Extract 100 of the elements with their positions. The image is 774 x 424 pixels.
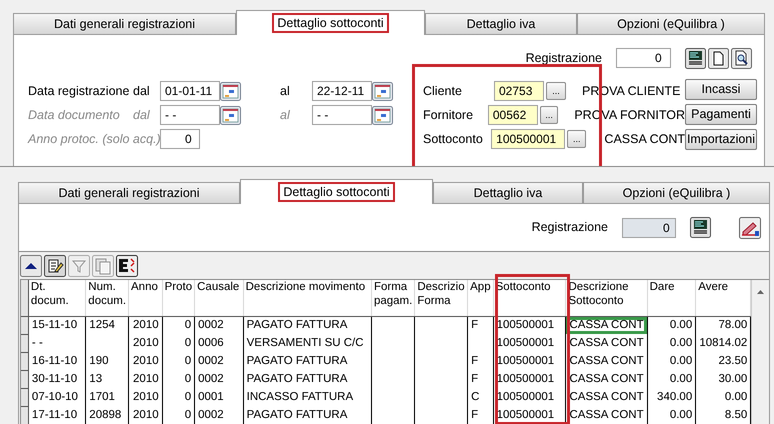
to-label: al — [280, 106, 291, 124]
table-cell: 0.00 — [647, 406, 696, 424]
column-header[interactable]: Causale — [194, 280, 244, 316]
tab[interactable]: Dettaglio iva — [433, 182, 583, 204]
table-cell: CASSA CONT — [566, 352, 648, 370]
table-cell: INCASSO FATTURA — [243, 388, 372, 406]
table-cell: 2010 — [128, 406, 162, 424]
to-label: al — [280, 82, 291, 100]
field-label: Anno protoc. (solo acq.) — [28, 130, 160, 148]
action-button[interactable]: Pagamenti — [685, 104, 757, 125]
column-header[interactable]: Num. docum. — [86, 280, 129, 316]
table-cell: 13 — [86, 370, 129, 388]
field-label: Data registrazione — [28, 82, 130, 100]
table-cell: 0.00 — [647, 370, 696, 388]
column-header[interactable]: Sottoconto — [493, 280, 566, 316]
table-cell: F — [468, 406, 494, 424]
column-header[interactable]: Dare — [647, 280, 696, 316]
registration-label: Registrazione — [532, 219, 608, 236]
table-cell: 1254 — [86, 316, 129, 334]
new-page-icon[interactable] — [708, 48, 729, 68]
account-label: Sottoconto — [423, 130, 484, 148]
row-header[interactable] — [21, 370, 28, 388]
from-label: dal — [133, 106, 151, 124]
account-label: Cliente — [423, 82, 463, 100]
table-cell: PAGATO FATTURA — [243, 316, 372, 334]
table-cell: CASSA CONT — [566, 388, 648, 406]
table-cell: CASSA CONT — [566, 370, 648, 388]
tab[interactable]: Dettaglio iva — [425, 13, 577, 35]
column-header[interactable]: Descrizione movimento — [243, 280, 372, 316]
table-cell: 20898 — [86, 406, 129, 424]
code-field[interactable]: 00562 — [488, 105, 538, 125]
table-cell: 0001 — [194, 388, 244, 406]
column-header[interactable]: Anno — [128, 280, 162, 316]
row-header[interactable] — [21, 406, 28, 424]
monitor-icon[interactable] — [690, 217, 711, 238]
row-header[interactable] — [21, 352, 28, 370]
scroll-up-icon[interactable] — [757, 290, 764, 294]
table-cell: 2010 — [128, 370, 162, 388]
table-cell: 16-11-10 — [28, 352, 86, 370]
table-cell: 0 — [162, 316, 195, 334]
table-cell: 0.00 — [647, 352, 696, 370]
action-button[interactable]: Incassi — [685, 79, 757, 100]
date-field[interactable]: 01-01-11 — [160, 81, 220, 101]
code-field[interactable]: 100500001 — [491, 129, 566, 149]
table-cell: 15-11-10 — [28, 316, 86, 334]
tab[interactable]: Opzioni (eQuilibra ) — [577, 13, 765, 35]
table-cell: 0 — [162, 406, 195, 424]
browse-button[interactable]: ... — [546, 82, 566, 100]
code-field[interactable]: 02753 — [494, 81, 544, 101]
table-cell: 07-10-10 — [28, 388, 86, 406]
table-cell: 2010 — [128, 334, 162, 352]
monitor-icon[interactable] — [685, 48, 706, 68]
tab[interactable]: Dettaglio sottoconti — [240, 179, 433, 204]
calendar-icon[interactable] — [372, 82, 393, 100]
table-cell: CASSA CONT — [566, 334, 648, 352]
registration-field[interactable]: 0 — [616, 48, 671, 68]
table-cell: 0006 — [194, 334, 244, 352]
tab[interactable]: Dettaglio sottoconti — [236, 10, 425, 35]
browse-button[interactable]: ... — [540, 106, 558, 124]
edit-list-icon[interactable] — [44, 255, 66, 277]
table-cell: 100500001 — [493, 352, 566, 370]
table-cell: 100500001 — [493, 370, 566, 388]
table-cell: CASSA CONT — [566, 316, 648, 334]
table-cell: 0 — [162, 334, 195, 352]
table-cell: F — [468, 370, 494, 388]
table-cell: VERSAMENTI SU C/C — [243, 334, 372, 352]
column-header[interactable]: Dt. docum. — [28, 280, 86, 316]
table-cell: 0002 — [194, 316, 244, 334]
table-cell: - - — [28, 334, 86, 352]
table-cell: 1701 — [86, 388, 129, 406]
table-cell: 100500001 — [493, 316, 566, 334]
tab[interactable]: Opzioni (eQuilibra ) — [583, 182, 770, 204]
from-label: dal — [133, 82, 151, 100]
date-field[interactable]: 22-12-11 — [312, 81, 372, 101]
tab[interactable]: Dati generali registrazioni — [13, 13, 236, 35]
column-header[interactable]: Descrizione Sottoconto — [566, 280, 648, 316]
calendar-icon[interactable] — [220, 82, 241, 100]
table-cell: 2010 — [128, 316, 162, 334]
tab[interactable]: Dati generali registrazioni — [18, 182, 240, 204]
column-header[interactable]: Proto — [162, 280, 195, 316]
table-cell: 2010 — [128, 352, 162, 370]
action-button[interactable]: Importazioni — [685, 129, 757, 150]
table-cell: PAGATO FATTURA — [243, 370, 372, 388]
table-cell: 100500001 — [493, 388, 566, 406]
table-cell: 2010 — [128, 388, 162, 406]
row-header[interactable] — [21, 388, 28, 406]
column-header[interactable]: App — [468, 280, 494, 316]
row-header[interactable] — [21, 316, 28, 334]
browse-button[interactable]: ... — [567, 130, 586, 148]
table-cell: 0 — [162, 388, 195, 406]
column-header[interactable]: Forma pagam. — [371, 280, 415, 316]
table-cell: PAGATO FATTURA — [243, 406, 372, 424]
collapse-icon[interactable] — [20, 255, 42, 277]
pen-icon[interactable] — [739, 216, 761, 238]
column-header[interactable]: Descrizio Forma — [414, 280, 468, 316]
export-icon[interactable] — [116, 255, 138, 277]
row-header[interactable] — [21, 334, 28, 352]
registration-label: Registrazione — [526, 50, 602, 67]
search-icon[interactable] — [731, 48, 752, 68]
table-cell: 0 — [162, 370, 195, 388]
